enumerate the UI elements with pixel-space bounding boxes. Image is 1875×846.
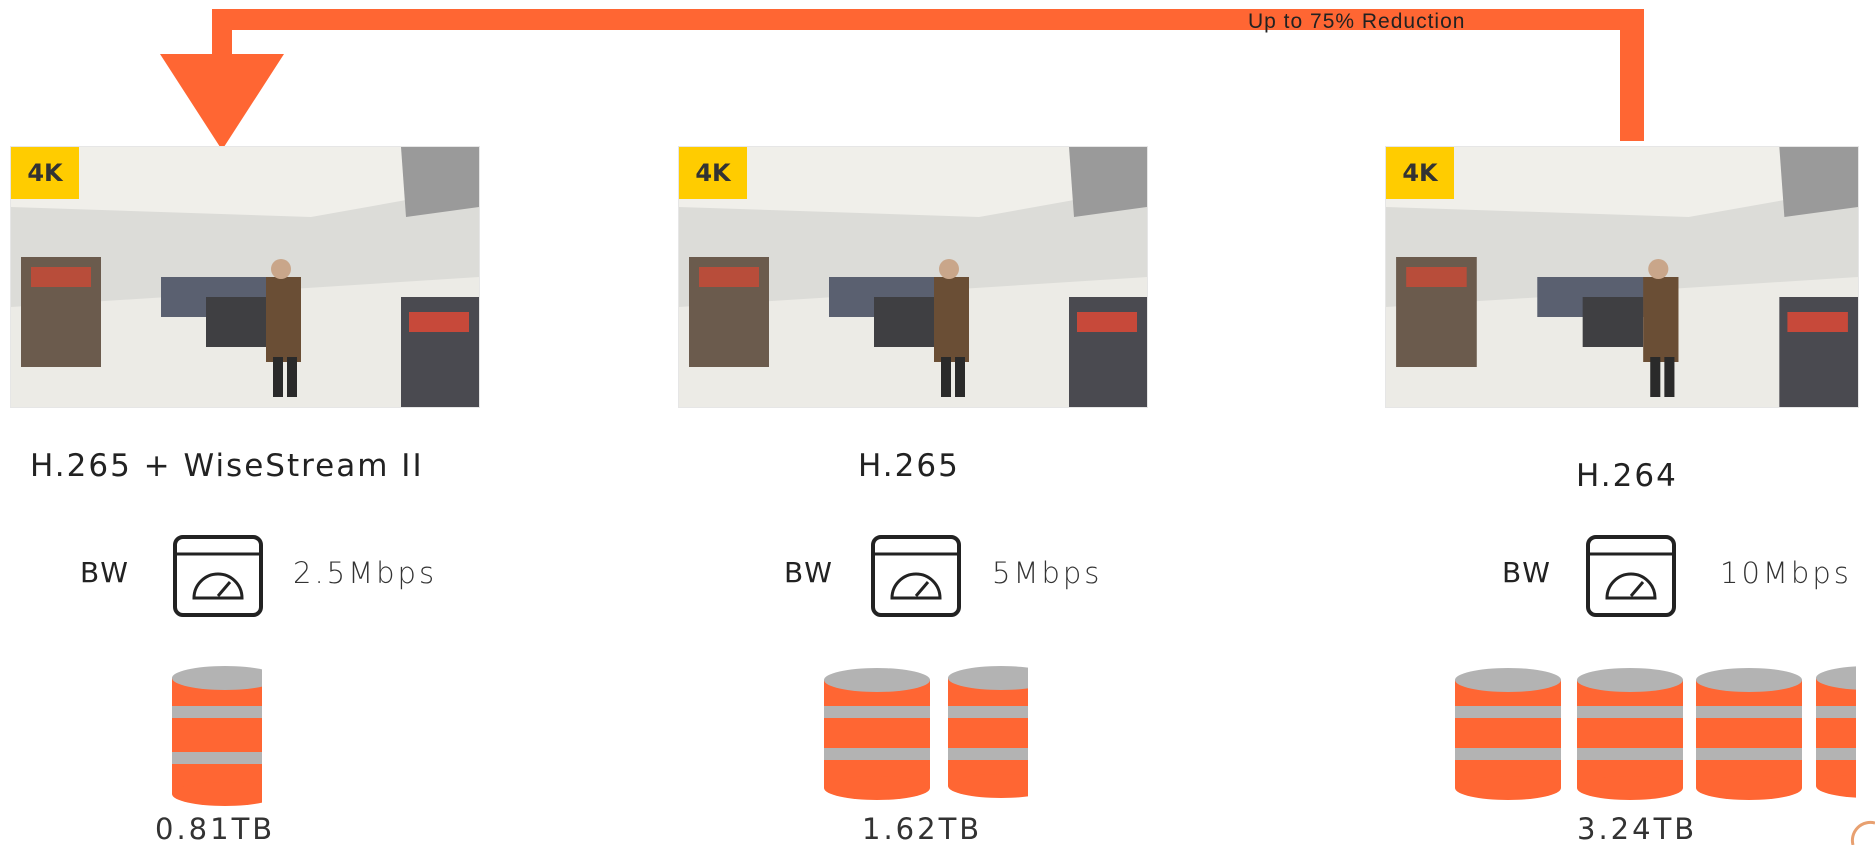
database-icon [1455, 668, 1561, 800]
reduction-arrow-right-leg [1620, 9, 1644, 141]
codec-label: H.264 [1576, 458, 1678, 494]
reduction-label: Up to 75% Reduction [1248, 10, 1466, 33]
storage-label: 1.62TB [862, 812, 983, 846]
storage-disks [1816, 666, 1856, 806]
bw-label: BW [784, 556, 834, 589]
speedometer-icon [871, 535, 961, 617]
bw-label: BW [1502, 556, 1552, 589]
storage-label: 0.81TB [155, 812, 276, 846]
resolution-badge: 4K [11, 147, 79, 199]
camera-thumbnail-2: 4K [678, 146, 1148, 408]
speedometer-icon [173, 535, 263, 617]
database-icon [1696, 668, 1802, 800]
storage-disks [172, 666, 262, 806]
storage-disks [948, 666, 1028, 806]
bw-value: 5Mbps [992, 556, 1103, 590]
database-icon [1816, 666, 1856, 798]
database-icon [824, 668, 930, 800]
codec-label: H.265 + WiseStream II [30, 448, 424, 484]
bw-value: 10Mbps [1720, 556, 1852, 590]
bw-value: 2.5Mbps [293, 556, 438, 590]
storage-label: 3.24TB [1577, 812, 1698, 846]
reduction-arrow-left-leg [212, 9, 232, 59]
camera-thumbnail-3: 4K [1385, 146, 1859, 408]
database-icon [172, 666, 262, 806]
resolution-badge: 4K [679, 147, 747, 199]
speedometer-icon [1586, 535, 1676, 617]
database-icon [1577, 668, 1683, 800]
codec-label: H.265 [858, 448, 960, 484]
corner-decoration-icon [1850, 820, 1875, 845]
database-icon [948, 666, 1028, 798]
reduction-arrow-head [160, 54, 284, 150]
camera-thumbnail-1: 4K [10, 146, 480, 408]
bw-label: BW [80, 556, 130, 589]
resolution-badge: 4K [1386, 147, 1454, 199]
